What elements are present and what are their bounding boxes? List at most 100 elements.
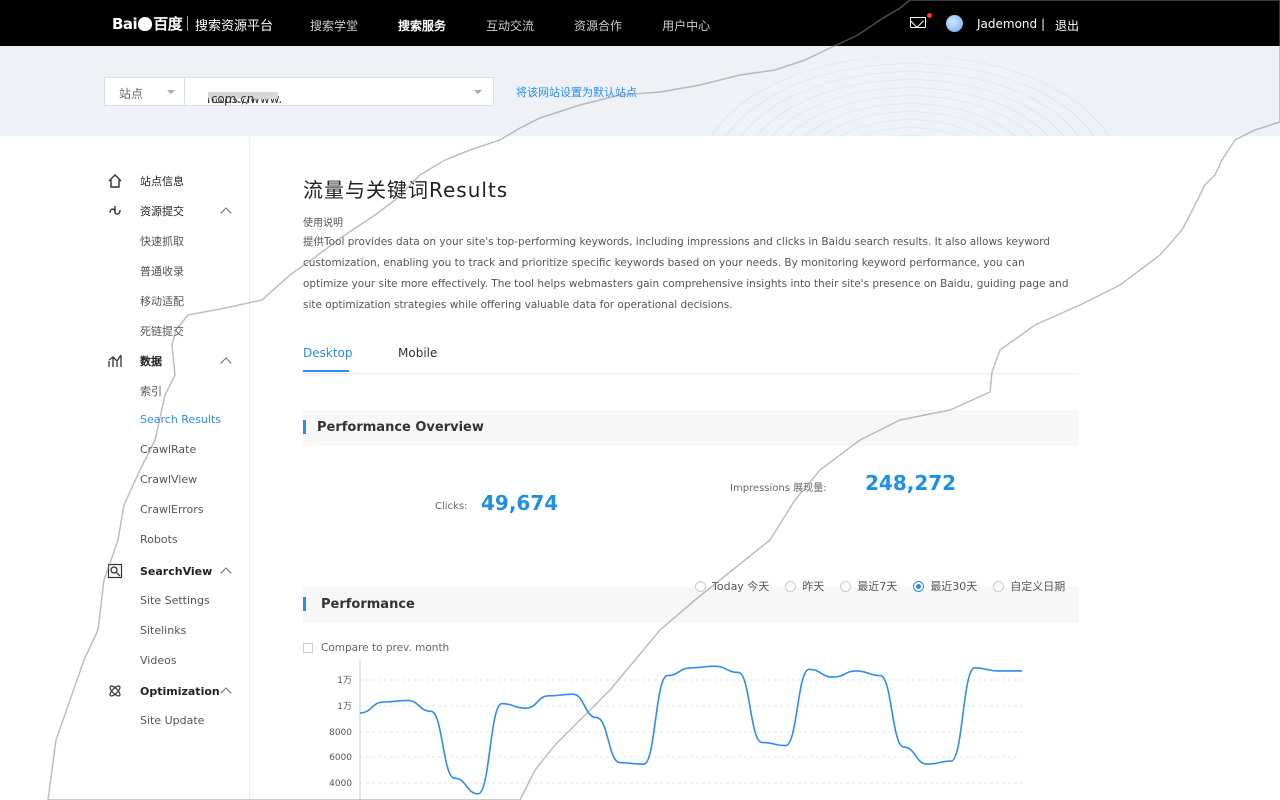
active-tab-indicator [303, 370, 349, 372]
usage-label: 使用说明 [303, 218, 343, 229]
performance-line-chart: 1万 1万 8000 6000 4000 [329, 660, 1022, 800]
sidebar-group-label: Optimization [140, 684, 220, 698]
chart-y-tick-label: 8000 [329, 728, 352, 738]
date-range-group: Today 今天 昨天 最近7天 最近30天 自定义日期 [695, 578, 1081, 594]
sidebar-group-submit[interactable]: 资源提交 [106, 202, 184, 220]
chart-y-tick-label: 1万 [337, 702, 352, 712]
sidebar-group-label: SearchView [140, 564, 213, 578]
sidebar-group-label: 资源提交 [140, 205, 184, 218]
sidebar-group-optimization[interactable]: Optimization [106, 682, 220, 700]
sidebar-item-sitelinks[interactable]: Sitelinks [140, 624, 186, 637]
sidebar-item-crawl-rate[interactable]: CrawlRate [140, 443, 196, 456]
nav-community[interactable]: 互动交流 [486, 17, 534, 34]
chart-y-tick-label: 1万 [337, 676, 352, 686]
sidebar-item-mobile-adapt[interactable]: 移动适配 [140, 293, 184, 309]
section-accent-bar [303, 420, 306, 434]
clicks-label: Clicks: [435, 501, 468, 512]
checkbox-box [303, 643, 313, 653]
username[interactable]: Jademond [977, 17, 1037, 31]
sidebar-item-dead-links[interactable]: 死链提交 [140, 323, 184, 339]
sidebar-group-searchview[interactable]: SearchView [106, 562, 212, 580]
nav-academy[interactable]: 搜索学堂 [310, 17, 358, 34]
impressions-value: 248,272 [865, 471, 957, 495]
sidebar-group-data[interactable]: 数据 [106, 352, 162, 370]
page-title: 流量与关键词Results [303, 178, 509, 202]
search-view-icon [106, 562, 124, 580]
sidebar-item-site-settings[interactable]: Site Settings [140, 594, 210, 607]
nav-cooperation[interactable]: 资源合作 [574, 17, 622, 34]
section-title: Performance [321, 597, 415, 612]
logo-suffix: 百度 [153, 15, 183, 33]
range-today[interactable]: Today 今天 [695, 578, 769, 594]
sidebar-group-label: 站点信息 [140, 175, 184, 188]
compare-label: Compare to prev. month [321, 642, 450, 654]
header-separator: | [1041, 17, 1046, 31]
sidebar-item-site-update[interactable]: Site Update [140, 714, 204, 727]
sidebar-item-normal-index[interactable]: 普通收录 [140, 263, 184, 279]
submit-icon [106, 202, 124, 220]
globe-decoration [700, 56, 1120, 136]
site-bar: 站点 https://www. .com.cn 将该网站设置为默认站点 [0, 46, 1280, 136]
home-icon [106, 172, 124, 190]
top-nav: 搜索学堂 搜索服务 互动交流 资源合作 用户中心 [310, 17, 750, 34]
tab-desktop[interactable]: Desktop [303, 346, 353, 360]
top-bar: Bai 百度 搜索资源平台 搜索学堂 搜索服务 互动交流 资源合作 用户中心 Ja… [0, 0, 1280, 46]
radio-dot [993, 580, 1005, 592]
site-url-select[interactable]: https://www. .com.cn [184, 77, 494, 106]
logo-divider [187, 16, 188, 31]
optimization-icon [106, 682, 124, 700]
range-30-days[interactable]: 最近30天 [913, 578, 977, 594]
sidebar-item-crawl-view[interactable]: CrawlView [140, 473, 197, 486]
chart-y-ticks: 1万 1万 8000 6000 4000 [329, 676, 352, 789]
notification-dot [927, 13, 932, 18]
data-icon [106, 352, 124, 370]
sidebar-group-site-info[interactable]: 站点信息 [106, 172, 184, 190]
paw-icon [138, 17, 153, 31]
range-7-days[interactable]: 最近7天 [840, 578, 897, 594]
impressions-label: Impressions 展现量: [730, 483, 827, 494]
chevron-down-icon [167, 90, 175, 94]
sidebar-item-index[interactable]: 索引 [140, 383, 162, 399]
baidu-logo[interactable]: Bai 百度 [112, 13, 183, 34]
range-yesterday[interactable]: 昨天 [785, 578, 824, 594]
avatar[interactable] [946, 15, 963, 32]
chart-y-tick-label: 4000 [329, 779, 352, 789]
radio-dot [785, 580, 797, 592]
range-label: 昨天 [802, 580, 825, 593]
nav-user-center[interactable]: 用户中心 [662, 17, 710, 34]
chevron-down-icon [474, 90, 482, 94]
chevron-up-icon[interactable] [220, 687, 232, 699]
mail-icon[interactable] [910, 17, 926, 28]
main-content: 流量与关键词Results 使用说明 提供Tool provides data … [250, 136, 1280, 800]
sidebar-group-label: 数据 [140, 355, 162, 368]
sidebar-item-videos[interactable]: Videos [140, 654, 177, 667]
site-type-label: 站点 [119, 87, 144, 101]
sidebar: 站点信息 资源提交 快速抓取 普通收录 移动适配 死链提交 数据 索引 Sear… [0, 136, 250, 800]
platform-name[interactable]: 搜索资源平台 [195, 15, 273, 34]
tool-description: 提供Tool provides data on your site's top-… [303, 236, 1069, 311]
range-label: Today 今天 [712, 580, 770, 593]
radio-dot [840, 580, 852, 592]
range-custom[interactable]: 自定义日期 [993, 578, 1065, 594]
site-type-select[interactable]: 站点 [104, 77, 184, 106]
chart-series-line [359, 665, 1022, 795]
radio-dot [913, 580, 925, 592]
tab-mobile[interactable]: Mobile [398, 346, 437, 360]
chevron-up-icon[interactable] [220, 567, 232, 579]
sidebar-item-fast-crawl[interactable]: 快速抓取 [140, 233, 184, 249]
chart-y-tick-label: 6000 [329, 753, 352, 763]
performance-overview-header: Performance Overview [303, 410, 1079, 446]
logo-text: Bai [112, 15, 138, 33]
set-default-site-link[interactable]: 将该网站设置为默认站点 [516, 84, 637, 100]
compare-checkbox[interactable]: Compare to prev. month [303, 642, 449, 654]
chevron-up-icon[interactable] [220, 207, 232, 219]
sidebar-item-search-results[interactable]: Search Results [140, 413, 221, 426]
chevron-up-icon[interactable] [220, 357, 232, 369]
sidebar-item-crawl-errors[interactable]: CrawlErrors [140, 503, 204, 516]
logout-link[interactable]: 退出 [1055, 17, 1079, 34]
range-label: 自定义日期 [1010, 580, 1066, 593]
clicks-value: 49,674 [481, 491, 559, 515]
nav-search-services[interactable]: 搜索服务 [398, 17, 446, 34]
radio-dot [695, 580, 706, 592]
sidebar-item-robots[interactable]: Robots [140, 533, 178, 546]
